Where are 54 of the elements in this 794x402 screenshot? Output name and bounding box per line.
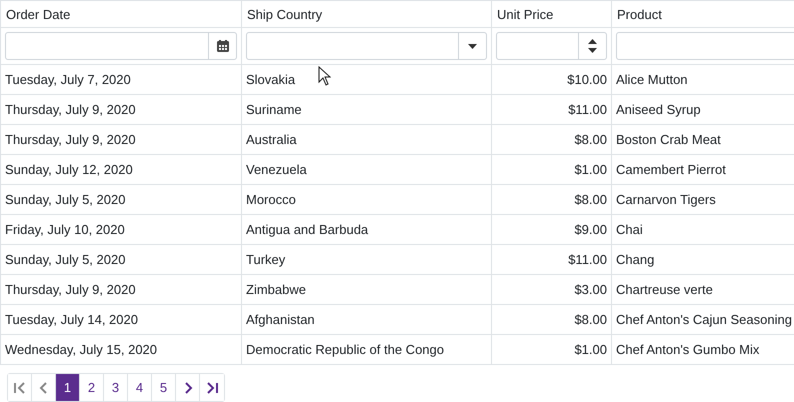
table-cell: Aniseed Syrup: [616, 102, 701, 117]
column-header[interactable]: Product: [617, 7, 662, 22]
table-cell: Slovakia: [246, 72, 296, 87]
table-cell: Suriname: [246, 102, 302, 117]
table-cell: $1.00: [574, 342, 607, 357]
table-cell: Democratic Republic of the Congo: [246, 342, 444, 357]
table-cell: Sunday, July 5, 2020: [5, 252, 126, 267]
table-cell: Tuesday, July 14, 2020: [5, 312, 138, 327]
column-header[interactable]: Ship Country: [247, 7, 322, 22]
table-cell: Venezuela: [246, 162, 307, 177]
table-cell: Thursday, July 9, 2020: [5, 102, 136, 117]
table-cell: $3.00: [574, 282, 607, 297]
table-cell: Camembert Pierrot: [616, 162, 726, 177]
filter-field[interactable]: [616, 32, 794, 60]
table-cell: $8.00: [574, 192, 607, 207]
mouse-pointer-icon: [318, 66, 331, 86]
table-cell: Sunday, July 12, 2020: [5, 162, 133, 177]
page-button[interactable]: 1: [56, 374, 80, 401]
caret-down-icon[interactable]: [468, 44, 477, 48]
table-cell: Chef Anton's Gumbo Mix: [616, 342, 760, 357]
table-cell: $11.00: [568, 252, 607, 267]
table-cell: Chai: [616, 222, 643, 237]
calendar-icon[interactable]: [216, 40, 228, 52]
table-cell: Carnarvon Tigers: [616, 192, 716, 207]
dropdown-filter-field[interactable]: [246, 32, 487, 60]
column-header[interactable]: Order Date: [6, 7, 70, 22]
table-cell: Morocco: [246, 192, 296, 207]
table-cell: Boston Crab Meat: [616, 132, 721, 147]
table-cell: Thursday, July 9, 2020: [5, 132, 136, 147]
table-cell: Alice Mutton: [616, 72, 688, 87]
table-cell: $8.00: [574, 132, 607, 147]
table-cell: $11.00: [568, 102, 607, 117]
table-cell: Chef Anton's Cajun Seasoning: [616, 312, 792, 327]
table-cell: Tuesday, July 7, 2020: [5, 72, 131, 87]
table-cell: Antigua and Barbuda: [246, 222, 368, 237]
table-cell: Chang: [616, 252, 654, 267]
table-cell: Chartreuse verte: [616, 282, 713, 297]
date-filter-field[interactable]: [5, 32, 237, 60]
table-cell: Zimbabwe: [246, 282, 306, 297]
table-cell: Australia: [246, 132, 297, 147]
table-cell: Wednesday, July 15, 2020: [5, 342, 158, 357]
table-cell: $1.00: [574, 162, 607, 177]
table-cell: Turkey: [246, 252, 286, 267]
table-cell: Friday, July 10, 2020: [5, 222, 125, 237]
table-cell: Afghanistan: [246, 312, 315, 327]
table-cell: $9.00: [574, 222, 607, 237]
column-header[interactable]: Unit Price: [497, 7, 554, 22]
table-cell: Thursday, July 9, 2020: [5, 282, 136, 297]
table-cell: Sunday, July 5, 2020: [5, 192, 126, 207]
spinner-icon[interactable]: [588, 39, 597, 53]
table-cell: $8.00: [574, 312, 607, 327]
first-page-icon: [12, 380, 28, 396]
table-cell: $10.00: [567, 72, 607, 87]
numeric-filter-field[interactable]: [496, 32, 607, 60]
